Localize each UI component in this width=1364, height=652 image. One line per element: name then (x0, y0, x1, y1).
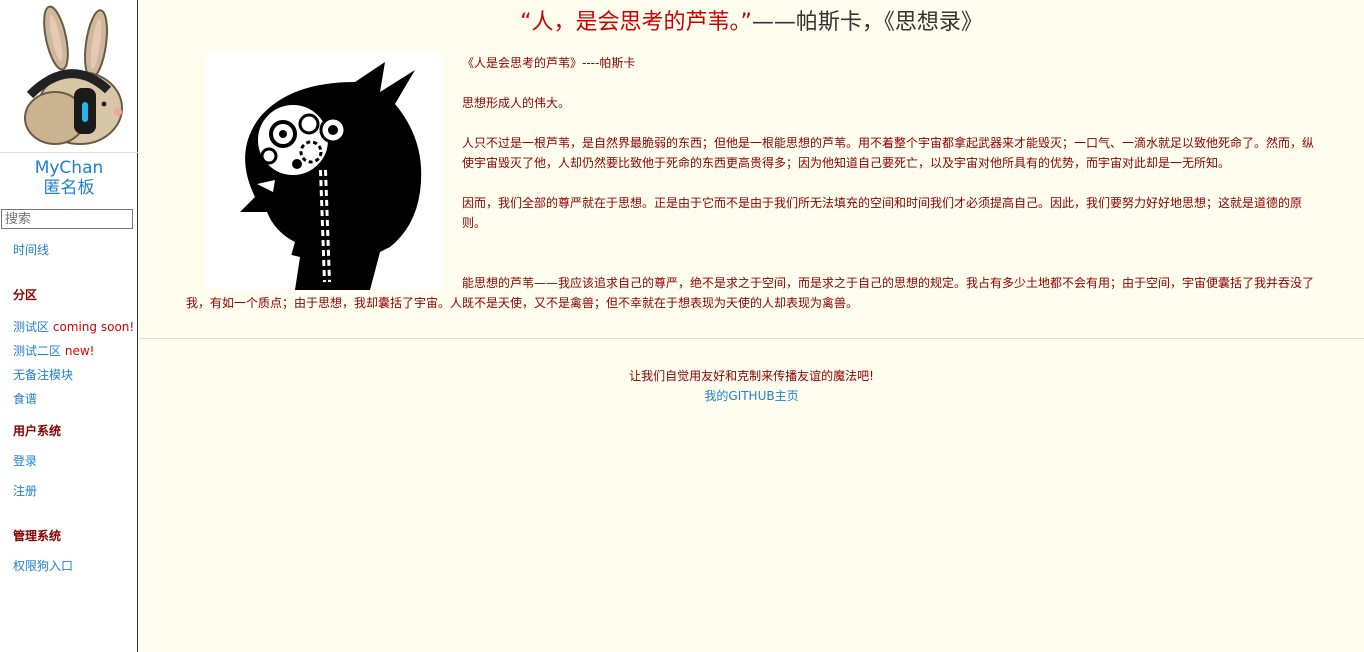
nav-test-area-2[interactable]: 测试二区 new! (13, 343, 94, 359)
article-paragraph: 人只不过是一根芦苇，是自然界最脆弱的东西；但他是一根能思想的芦苇。用不着整个宇宙… (462, 136, 1315, 170)
nav-timeline[interactable]: 时间线 (13, 242, 49, 258)
section-heading: 分区 (13, 288, 38, 302)
site-name-line1[interactable]: MyChan (0, 158, 138, 178)
nav-admin-entry[interactable]: 权限狗入口 (13, 558, 73, 574)
github-link[interactable]: 我的GITHUB主页 (139, 386, 1364, 406)
sidebar: MyChan 匿名板 时间线 分区 测试区 coming soon! 测试二区 … (0, 0, 138, 652)
admin-system-heading: 管理系统 (13, 529, 62, 543)
rabbit-mascot-avatar (0, 0, 138, 153)
nav-test-area-label[interactable]: 测试区 (13, 320, 49, 334)
thinking-girl-illustration (205, 52, 443, 290)
main-content: “人，是会思考的芦苇。”——帕斯卡，《思想录》 《人是会思考的芦苇》----帕斯… (139, 0, 1364, 652)
title-author: ——帕斯卡，《思想录》 (751, 10, 983, 35)
article-heading: 《人是会思考的芦苇》----帕斯卡 (462, 56, 636, 70)
nav-test-area-2-label[interactable]: 测试二区 (13, 344, 61, 358)
new-badge: new! (64, 344, 95, 358)
nav-test-area[interactable]: 测试区 coming soon! (13, 319, 134, 335)
article-paragraph: 能思想的芦苇——我应该追求自己的尊严，绝不是求之于空间，而是求之于自己的思想的规… (186, 276, 1315, 310)
coming-soon-badge: coming soon! (52, 320, 135, 334)
site-name-line2[interactable]: 匿名板 (0, 178, 138, 198)
footer: 让我们自觉用友好和克制来传播友谊的魔法吧! 我的GITHUB主页 (139, 366, 1364, 406)
site-name[interactable]: MyChan 匿名板 (0, 158, 138, 198)
divider (139, 338, 1364, 339)
nav-no-remark-module[interactable]: 无备注模块 (13, 367, 73, 383)
article-body: 《人是会思考的芦苇》----帕斯卡 思想形成人的伟大。 人只不过是一根芦苇，是自… (462, 53, 1322, 233)
article-paragraph: 因而，我们全部的尊严就在于思想。正是由于它而不是由于我们所无法填充的空间和时间我… (462, 196, 1303, 230)
user-system-heading: 用户系统 (13, 424, 62, 438)
footer-message: 让我们自觉用友好和克制来传播友谊的魔法吧! (629, 369, 874, 383)
article-paragraph: 思想形成人的伟大。 (462, 96, 571, 110)
page-title: “人，是会思考的芦苇。”——帕斯卡，《思想录》 (139, 8, 1364, 38)
title-quote: “人，是会思考的芦苇。” (520, 10, 752, 35)
nav-recipes[interactable]: 食谱 (13, 391, 37, 407)
search-input[interactable] (1, 209, 133, 229)
nav-register[interactable]: 注册 (13, 483, 37, 499)
nav-login[interactable]: 登录 (13, 453, 37, 469)
